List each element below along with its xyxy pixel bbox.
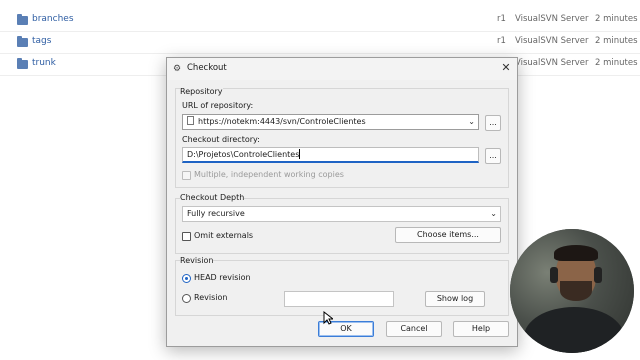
show-log-button[interactable]: Show log [425, 291, 485, 307]
dialog-title: Checkout [187, 63, 227, 73]
depth-select[interactable]: Fully recursive ⌄ [182, 206, 501, 222]
list-item[interactable]: tags r1 VisualSVN Server 2 minutes a [0, 32, 640, 54]
revision-input[interactable] [284, 291, 394, 307]
mouse-cursor-icon [323, 311, 333, 325]
omit-externals-label: Omit externals [194, 231, 254, 240]
item-revision: r1 [497, 36, 506, 46]
headset-icon [594, 267, 602, 283]
url-label: URL of repository: [182, 101, 254, 110]
item-name[interactable]: branches [32, 14, 74, 24]
folder-icon [17, 14, 28, 25]
revision-radio[interactable] [182, 294, 191, 303]
folder-icon [17, 58, 28, 69]
headset-icon [550, 267, 558, 283]
omit-externals-checkbox[interactable] [182, 232, 191, 241]
chevron-down-icon[interactable]: ⌄ [468, 115, 475, 129]
webcam-overlay [510, 229, 634, 353]
multiple-copies-label: Multiple, independent working copies [194, 170, 344, 179]
presenter-hair [554, 245, 598, 261]
url-value: https://notekm:4443/svn/ControleClientes [198, 117, 366, 126]
presenter-beard [560, 281, 592, 301]
document-icon [187, 116, 194, 125]
head-revision-radio[interactable] [182, 274, 191, 283]
directory-browse-button[interactable]: ... [485, 148, 501, 164]
item-author: VisualSVN Server [515, 58, 589, 68]
checkout-dialog: ⚙ Checkout ✕ Repository URL of repositor… [166, 57, 518, 347]
item-author: VisualSVN Server [515, 14, 589, 24]
item-revision: r1 [497, 14, 506, 24]
chevron-down-icon[interactable]: ⌄ [490, 207, 497, 221]
repository-group-label: Repository [180, 87, 223, 96]
dialog-titlebar[interactable]: ⚙ Checkout ✕ [167, 58, 517, 80]
item-date: 2 minutes a [595, 58, 640, 68]
url-combobox[interactable]: https://notekm:4443/svn/ControleClientes… [182, 114, 479, 130]
revision-label: Revision [194, 293, 228, 302]
help-button[interactable]: Help [453, 321, 509, 337]
choose-items-button[interactable]: Choose items... [395, 227, 501, 243]
close-icon[interactable]: ✕ [498, 60, 514, 76]
checkout-directory-input[interactable]: D:\Projetos\ControleClientes [182, 147, 479, 163]
item-date: 2 minutes a [595, 14, 640, 24]
list-item[interactable]: branches r1 VisualSVN Server 2 minutes a [0, 10, 640, 32]
text-caret [299, 149, 301, 159]
folder-icon [17, 36, 28, 47]
svn-app-icon: ⚙ [173, 64, 182, 74]
revision-group-label: Revision [180, 256, 214, 265]
item-author: VisualSVN Server [515, 36, 589, 46]
revision-group [175, 260, 509, 316]
cancel-button[interactable]: Cancel [386, 321, 442, 337]
multiple-copies-checkbox[interactable] [182, 171, 191, 180]
checkout-directory-value: D:\Projetos\ControleClientes [187, 150, 300, 159]
url-browse-button[interactable]: ... [485, 115, 501, 131]
checkout-depth-group-label: Checkout Depth [180, 193, 245, 202]
item-name[interactable]: trunk [32, 58, 56, 68]
checkout-directory-label: Checkout directory: [182, 135, 260, 144]
item-date: 2 minutes a [595, 36, 640, 46]
item-name[interactable]: tags [32, 36, 51, 46]
head-revision-label: HEAD revision [194, 273, 251, 282]
depth-selected-value: Fully recursive [187, 209, 245, 218]
